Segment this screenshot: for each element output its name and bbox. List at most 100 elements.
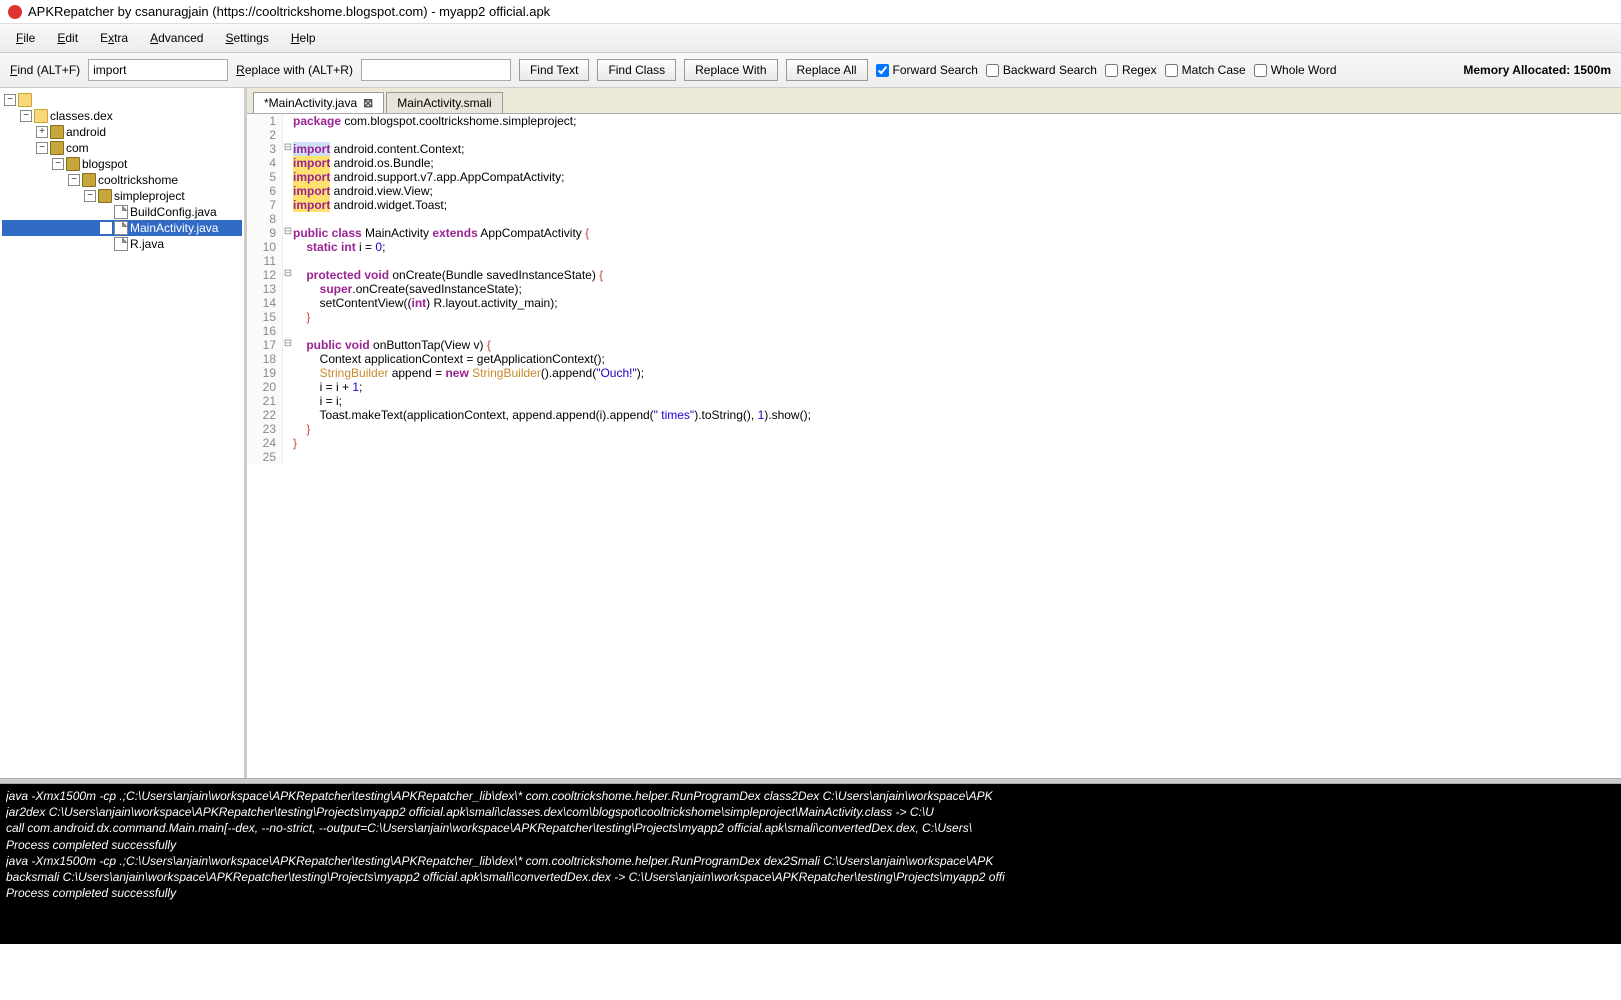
fold-icon[interactable]: ⊟ — [283, 226, 293, 240]
code-content[interactable]: setContentView((int) R.layout.activity_m… — [293, 296, 558, 310]
tree-toggle-icon[interactable]: + — [36, 126, 48, 138]
code-line[interactable]: 18 Context applicationContext = getAppli… — [247, 352, 1621, 366]
code-content[interactable]: public class MainActivity extends AppCom… — [293, 226, 589, 240]
code-content[interactable]: package com.blogspot.cooltrickshome.simp… — [293, 114, 576, 128]
find-text-button[interactable]: Find Text — [519, 59, 589, 81]
code-editor[interactable]: 1package com.blogspot.cooltrickshome.sim… — [247, 114, 1621, 778]
fold-icon[interactable]: ⊟ — [283, 268, 293, 282]
fold-icon — [283, 352, 293, 366]
matchcase-checkbox[interactable] — [1165, 64, 1178, 77]
code-line[interactable]: 19 StringBuilder append = new StringBuil… — [247, 366, 1621, 380]
code-line[interactable]: 2 — [247, 128, 1621, 142]
code-line[interactable]: 23 } — [247, 422, 1621, 436]
code-content[interactable]: } — [293, 422, 310, 436]
code-content[interactable]: i = i; — [293, 394, 342, 408]
code-line[interactable]: 5 import android.support.v7.app.AppCompat… — [247, 170, 1621, 184]
tree-node-label: classes.dex — [50, 109, 113, 123]
fold-icon — [283, 310, 293, 324]
find-class-button[interactable]: Find Class — [597, 59, 676, 81]
console-line: backsmali C:\Users\anjain\workspace\APKR… — [6, 869, 1615, 885]
code-line[interactable]: 9⊟public class MainActivity extends AppC… — [247, 226, 1621, 240]
tree-toggle-icon[interactable]: − — [4, 94, 16, 106]
code-line[interactable]: 24} — [247, 436, 1621, 450]
line-number: 5 — [247, 170, 283, 184]
tree-toggle-icon[interactable]: − — [36, 142, 48, 154]
code-line[interactable]: 6import android.view.View; — [247, 184, 1621, 198]
code-line[interactable]: 14 setContentView((int) R.layout.activit… — [247, 296, 1621, 310]
menu-settings[interactable]: Settings — [215, 28, 278, 48]
code-line[interactable]: 12⊟ protected void onCreate(Bundle saved… — [247, 268, 1621, 282]
code-line[interactable]: 3⊟import android.content.Context; — [247, 142, 1621, 156]
tree-node-buildconfig-java[interactable]: BuildConfig.java — [2, 204, 242, 220]
tree-node-mainactivity-java[interactable]: MainActivity.java — [2, 220, 242, 236]
regex-checkbox[interactable] — [1105, 64, 1118, 77]
code-content[interactable]: static int i = 0; — [293, 240, 385, 254]
tree-node-root[interactable]: − — [2, 92, 242, 108]
menu-file[interactable]: File — [6, 28, 45, 48]
tree-node-cooltrickshome[interactable]: −cooltrickshome — [2, 172, 242, 188]
code-line[interactable]: 22 Toast.makeText(applicationContext, ap… — [247, 408, 1621, 422]
package-icon — [82, 173, 96, 187]
code-line[interactable]: 16 — [247, 324, 1621, 338]
code-content[interactable]: Context applicationContext = getApplicat… — [293, 352, 605, 366]
code-line[interactable]: 8 — [247, 212, 1621, 226]
replace-input[interactable] — [361, 59, 511, 81]
tree-toggle-icon[interactable]: − — [68, 174, 80, 186]
code-content[interactable]: StringBuilder append = new StringBuilder… — [293, 366, 644, 380]
code-line[interactable]: 21 i = i; — [247, 394, 1621, 408]
tree-node-simpleproject[interactable]: −simpleproject — [2, 188, 242, 204]
code-content[interactable]: import android.support.v7.app.AppCompatA… — [293, 170, 564, 184]
code-content[interactable]: } — [293, 436, 297, 450]
tab--mainactivity-java[interactable]: *MainActivity.java⊠ — [253, 92, 384, 113]
code-line[interactable]: 25 — [247, 450, 1621, 464]
tree-node-com[interactable]: −com — [2, 140, 242, 156]
file-icon — [114, 205, 128, 219]
tree-toggle-icon[interactable]: − — [84, 190, 96, 202]
code-line[interactable]: 4import android.os.Bundle; — [247, 156, 1621, 170]
replace-with-button[interactable]: Replace With — [684, 59, 777, 81]
menu-extra[interactable]: Extra — [90, 28, 138, 48]
fold-icon — [283, 184, 293, 198]
fold-icon[interactable]: ⊟ — [283, 338, 293, 352]
code-line[interactable]: 13 super.onCreate(savedInstanceState); — [247, 282, 1621, 296]
code-line[interactable]: 7import android.widget.Toast; — [247, 198, 1621, 212]
code-content[interactable]: protected void onCreate(Bundle savedInst… — [293, 268, 603, 282]
code-content[interactable]: } — [293, 310, 310, 324]
wholeword-checkbox[interactable] — [1254, 64, 1267, 77]
fold-icon — [283, 254, 293, 268]
find-input[interactable] — [88, 59, 228, 81]
code-line[interactable]: 10 static int i = 0; — [247, 240, 1621, 254]
tree-node-android[interactable]: +android — [2, 124, 242, 140]
code-content[interactable]: super.onCreate(savedInstanceState); — [293, 282, 522, 296]
code-line[interactable]: 17⊟ public void onButtonTap(View v) { — [247, 338, 1621, 352]
tree-node-r-java[interactable]: R.java — [2, 236, 242, 252]
code-line[interactable]: 1package com.blogspot.cooltrickshome.sim… — [247, 114, 1621, 128]
line-number: 14 — [247, 296, 283, 310]
code-content[interactable]: import android.widget.Toast; — [293, 198, 447, 212]
code-content[interactable]: Toast.makeText(applicationContext, appen… — [293, 408, 811, 422]
menu-advanced[interactable]: Advanced — [140, 28, 213, 48]
console-line: call com.android.dx.command.Main.main[--… — [6, 820, 1615, 836]
menu-help[interactable]: Help — [281, 28, 326, 48]
tree-toggle-icon[interactable]: − — [52, 158, 64, 170]
backward-search-checkbox[interactable] — [986, 64, 999, 77]
fold-icon[interactable]: ⊟ — [283, 142, 293, 156]
code-content[interactable]: import android.os.Bundle; — [293, 156, 434, 170]
forward-search-checkbox[interactable] — [876, 64, 889, 77]
code-line[interactable]: 15 } — [247, 310, 1621, 324]
replace-all-button[interactable]: Replace All — [786, 59, 868, 81]
code-line[interactable]: 11 — [247, 254, 1621, 268]
tab-mainactivity-smali[interactable]: MainActivity.smali — [386, 92, 502, 113]
tree-node-blogspot[interactable]: −blogspot — [2, 156, 242, 172]
code-line[interactable]: 20 i = i + 1; — [247, 380, 1621, 394]
line-number: 11 — [247, 254, 283, 268]
tree-node-classes-dex[interactable]: − classes.dex — [2, 108, 242, 124]
code-content[interactable]: i = i + 1; — [293, 380, 362, 394]
close-icon[interactable]: ⊠ — [363, 96, 373, 110]
code-content[interactable]: import android.content.Context; — [293, 142, 464, 156]
project-tree[interactable]: −−classes.dex+android−com−blogspot−coolt… — [0, 88, 246, 778]
menu-edit[interactable]: Edit — [47, 28, 88, 48]
tree-toggle-icon[interactable]: − — [20, 110, 32, 122]
code-content[interactable]: public void onButtonTap(View v) { — [293, 338, 491, 352]
code-content[interactable]: import android.view.View; — [293, 184, 433, 198]
